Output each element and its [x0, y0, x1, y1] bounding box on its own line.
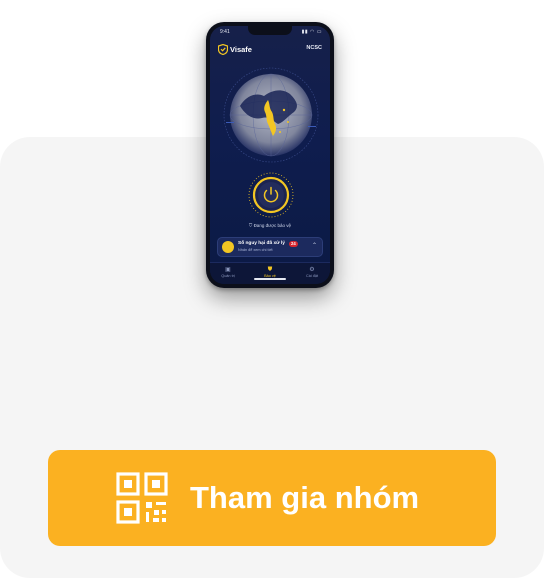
status-icons: ▮▮ ◠ ▭ [301, 29, 322, 35]
phone-notch [248, 26, 292, 35]
tab-settings-label: Cài đặt [305, 274, 319, 278]
home-indicator [254, 278, 286, 280]
threat-count-badge: 24 [289, 241, 298, 247]
qr-code-icon [116, 472, 168, 524]
protection-status-label: Đang được bảo vệ [253, 223, 292, 228]
join-group-button[interactable]: Tham gia nhóm [48, 450, 496, 546]
tab-admin-label: Quản trị [221, 274, 235, 278]
tab-admin[interactable]: ▣ Quản trị [213, 266, 243, 278]
app-screen: 9:41 ▮▮ ◠ ▭ Visafe NCSC ⛉ Đang được bảo … [210, 26, 330, 284]
threat-title: Số nguy hại đã xử lý [238, 241, 285, 246]
chevron-up-icon[interactable]: ⌃ [312, 242, 317, 249]
tab-protect[interactable]: ⛊ Bảo vệ [255, 266, 285, 278]
visafe-logo-icon [218, 44, 228, 55]
partner-logo: NCSC [306, 45, 322, 51]
tab-settings[interactable]: ⚙ Cài đặt [297, 266, 327, 278]
admin-icon: ▣ [225, 267, 231, 273]
status-time: 9:41 [220, 29, 230, 35]
protection-status: ⛉ Đang được bảo vệ [210, 223, 330, 228]
power-toggle-button[interactable] [248, 172, 294, 218]
globe-map-icon [223, 67, 319, 163]
threat-subtitle: Nhấn để xem chi tiết [238, 248, 273, 252]
app-name: Visafe [230, 45, 252, 54]
shield-icon: ⛊ [267, 267, 273, 273]
phone-mockup: 9:41 ▮▮ ◠ ▭ Visafe NCSC ⛉ Đang được bảo … [206, 22, 334, 288]
bottom-tab-bar: ▣ Quản trị ⛊ Bảo vệ ⚙ Cài đặt [210, 262, 330, 284]
threat-summary-card[interactable]: Số nguy hại đã xử lý 24 Nhấn để xem chi … [217, 237, 323, 257]
join-group-label: Tham gia nhóm [190, 480, 420, 515]
app-header: Visafe NCSC [210, 43, 330, 57]
settings-icon: ⚙ [309, 267, 315, 273]
threat-shield-icon [222, 241, 234, 253]
